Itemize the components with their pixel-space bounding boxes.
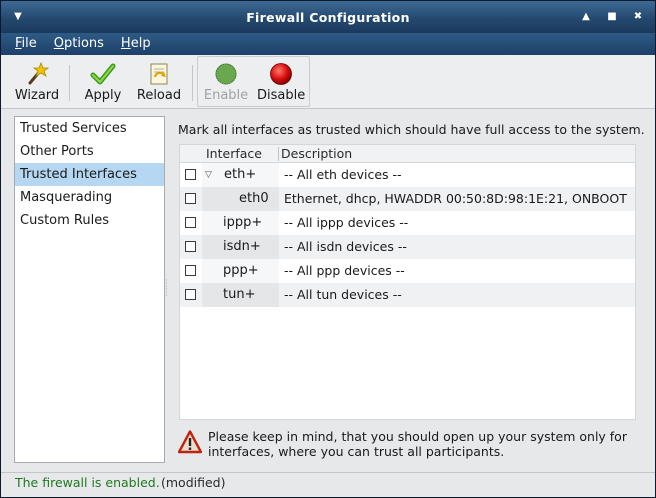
toolbar-separator xyxy=(69,65,70,101)
interface-description: -- All ippp devices -- xyxy=(284,215,409,230)
firewall-status-text: The firewall is enabled. xyxy=(15,475,160,490)
shade-icon[interactable]: ▲ xyxy=(579,10,593,24)
table-row[interactable]: ppp+ -- All ppp devices -- xyxy=(180,259,635,283)
close-icon[interactable]: ✖ xyxy=(631,10,645,24)
disable-button[interactable]: Disable xyxy=(257,61,305,107)
category-list: Trusted Services Other Ports Trusted Int… xyxy=(14,116,165,463)
interface-name: isdn+ xyxy=(223,239,261,254)
firewall-window: ▼ Firewall Configuration ▲ ■ ✖ File Opti… xyxy=(0,0,656,498)
reload-icon xyxy=(150,63,168,85)
wizard-label: Wizard xyxy=(14,88,60,103)
table-row[interactable]: ▽ eth+ -- All eth devices -- xyxy=(180,163,635,187)
modified-indicator: (modified) xyxy=(161,475,226,490)
menu-options[interactable]: Options xyxy=(54,33,104,55)
interface-description: -- All ppp devices -- xyxy=(284,263,405,278)
window-title: Firewall Configuration xyxy=(246,10,410,25)
table-row[interactable]: eth0 Ethernet, dhcp, HWADDR 00:50:8D:98:… xyxy=(180,187,635,211)
sidebar-item-other-ports[interactable]: Other Ports xyxy=(15,140,164,163)
column-divider[interactable] xyxy=(278,147,279,161)
wizard-wand-icon xyxy=(28,61,50,85)
interface-name: ippp+ xyxy=(223,215,263,230)
column-header-interface[interactable]: Interface xyxy=(206,145,262,163)
menu-bar: File Options Help xyxy=(1,33,655,55)
trust-checkbox[interactable] xyxy=(185,169,196,180)
enable-label: Enable xyxy=(203,88,249,103)
section-description: Mark all interfaces as trusted which sho… xyxy=(178,122,645,137)
table-row[interactable]: isdn+ -- All isdn devices -- xyxy=(180,235,635,259)
title-bar[interactable]: ▼ Firewall Configuration ▲ ■ ✖ xyxy=(1,1,655,33)
apply-label: Apply xyxy=(84,88,122,103)
enable-button[interactable]: Enable xyxy=(203,61,249,107)
warning-message: Please keep in mind, that you should ope… xyxy=(208,429,627,459)
interfaces-table: Interface Description ▽ eth+ -- All eth … xyxy=(179,144,636,420)
wizard-button[interactable]: Wizard xyxy=(13,61,61,107)
apply-checkmark-icon xyxy=(90,63,116,85)
disable-red-light-icon xyxy=(270,63,292,85)
table-row[interactable]: tun+ -- All tun devices -- xyxy=(180,283,635,307)
trust-checkbox[interactable] xyxy=(185,241,196,252)
table-row[interactable]: ippp+ -- All ippp devices -- xyxy=(180,211,635,235)
trust-checkbox[interactable] xyxy=(185,265,196,276)
interface-name: eth+ xyxy=(224,167,257,182)
interface-name: tun+ xyxy=(223,287,256,302)
sidebar-item-trusted-interfaces[interactable]: Trusted Interfaces xyxy=(15,163,164,186)
maximize-icon[interactable]: ■ xyxy=(605,10,619,24)
sidebar-item-custom-rules[interactable]: Custom Rules xyxy=(15,209,164,232)
warning-icon xyxy=(178,430,202,454)
reload-label: Reload xyxy=(136,88,182,103)
pane-resize-handle[interactable]: · · · · · · xyxy=(165,277,169,300)
interface-name: ppp+ xyxy=(223,263,259,278)
interface-description: -- All eth devices -- xyxy=(284,167,402,182)
table-header: Interface Description xyxy=(180,145,635,163)
toolbar: Wizard Apply Reload Enable Disable xyxy=(1,55,655,109)
trust-checkbox[interactable] xyxy=(185,289,196,300)
trust-checkbox[interactable] xyxy=(185,193,196,204)
enable-green-light-icon xyxy=(215,63,237,85)
trust-checkbox[interactable] xyxy=(185,217,196,228)
sidebar-item-masquerading[interactable]: Masquerading xyxy=(15,186,164,209)
interface-name: eth0 xyxy=(239,191,269,206)
reload-button[interactable]: Reload xyxy=(135,61,183,107)
interface-description: Ethernet, dhcp, HWADDR 00:50:8D:98:1E:21… xyxy=(284,191,627,206)
interface-description: -- All isdn devices -- xyxy=(284,239,407,254)
toolbar-separator xyxy=(192,65,193,101)
disable-label: Disable xyxy=(257,88,306,103)
sidebar-item-trusted-services[interactable]: Trusted Services xyxy=(15,117,164,140)
menu-file[interactable]: File xyxy=(15,33,37,55)
menu-help[interactable]: Help xyxy=(121,33,151,55)
apply-button[interactable]: Apply xyxy=(81,61,125,107)
interface-description: -- All tun devices -- xyxy=(284,287,402,302)
column-header-description[interactable]: Description xyxy=(281,145,352,163)
collapse-triangle-icon[interactable]: ▽ xyxy=(205,163,212,187)
status-bar: The firewall is enabled. (modified) xyxy=(1,472,655,497)
